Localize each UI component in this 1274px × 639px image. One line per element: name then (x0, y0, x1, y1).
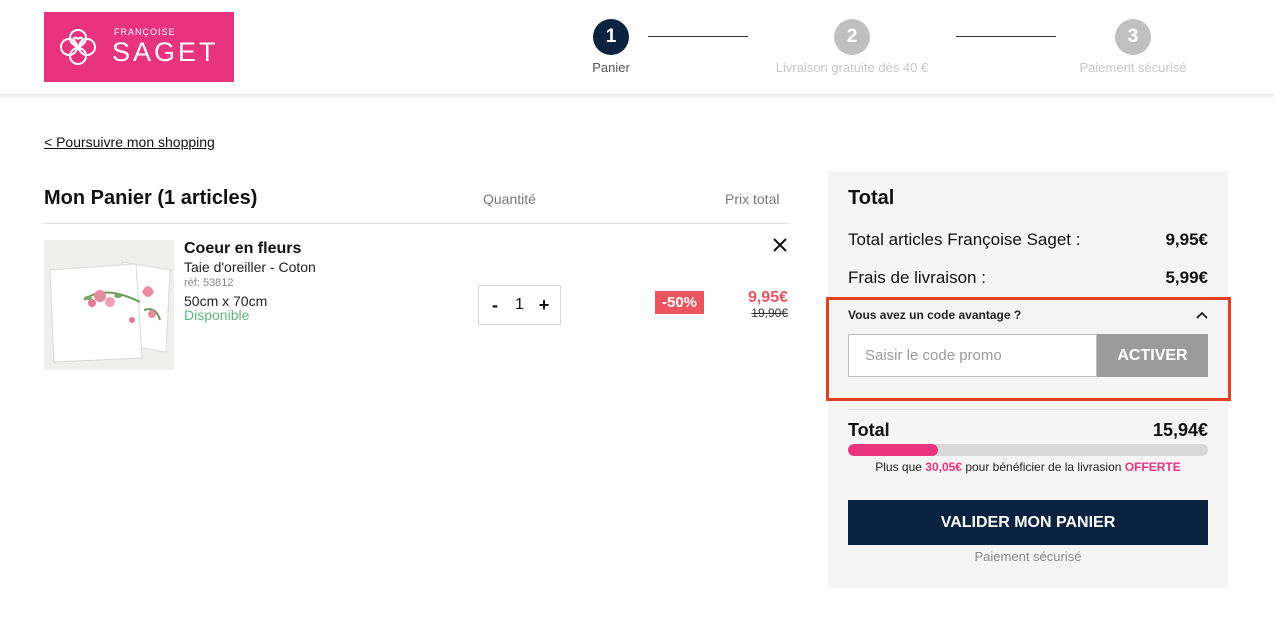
cart-title: Mon Panier (1 articles) (44, 187, 258, 209)
step-connector (648, 36, 748, 37)
divider (848, 409, 1208, 410)
step-3-label: Paiement sécurisé (1079, 60, 1187, 75)
shipping-row: Frais de livraison : 5,99€ (848, 268, 1208, 288)
grand-total-value: 15,94€ (1152, 420, 1208, 440)
site-header: FRANÇOISE SAGET 1 Panier 2 Livraison gra… (0, 0, 1274, 95)
divider (44, 223, 788, 224)
promo-code-input[interactable] (848, 334, 1097, 377)
price-discounted: 9,95€ (747, 289, 788, 306)
pillow-illustration (44, 240, 174, 370)
shipping-value: 5,99€ (1165, 268, 1208, 287)
step-2-label: Livraison gratuite dès 40 € (775, 60, 929, 75)
quantity-increase-button[interactable]: + (537, 295, 551, 316)
product-image[interactable] (44, 240, 174, 370)
summary-title: Total (848, 187, 895, 209)
activate-promo-button[interactable]: ACTIVER (1097, 334, 1208, 377)
quantity-value[interactable]: 1 (515, 296, 524, 314)
step-3-number: 3 (1115, 19, 1151, 55)
quantity-stepper: - 1 + (478, 285, 561, 325)
column-header-quantity: Quantité (483, 191, 536, 207)
grand-total-label: Total (848, 420, 890, 440)
items-total-value: 9,95€ (1165, 230, 1208, 249)
ship-prefix: Plus que (875, 460, 922, 474)
step-1-label: Panier (592, 60, 630, 75)
brand-logo[interactable]: FRANÇOISE SAGET (44, 12, 234, 82)
ship-middle: pour bénéficier de la livrasion (965, 460, 1122, 474)
step-2-number: 2 (834, 19, 870, 55)
secure-payment-note: Paiement sécurisé (974, 549, 1082, 564)
chevron-up-icon[interactable] (1195, 309, 1209, 321)
free-shipping-progress-bar (848, 444, 1208, 456)
stock-status: Disponible (184, 307, 250, 323)
product-name[interactable]: Coeur en fleurs (184, 240, 301, 258)
brand-last-name: SAGET (112, 37, 219, 67)
validate-cart-button[interactable]: VALIDER MON PANIER (848, 500, 1208, 545)
step-livraison: 2 Livraison gratuite dès 40 € (762, 19, 942, 75)
product-type: Taie d'oreiller - Coton (184, 259, 316, 275)
step-panier: 1 Panier (583, 19, 639, 75)
free-shipping-message: Plus que 30,05€ pour bénéficier de la li… (848, 460, 1208, 474)
price-original: 19,90€ (751, 306, 788, 320)
step-connector (956, 36, 1056, 37)
ship-remaining-amount: 30,05€ (925, 460, 962, 474)
ship-offer: OFFERTE (1124, 460, 1181, 474)
step-paiement: 3 Paiement sécurisé (1070, 19, 1196, 75)
product-reference: réf: 53812 (184, 277, 234, 289)
shipping-label: Frais de livraison : (848, 268, 986, 287)
items-total-row: Total articles Françoise Saget : 9,95€ (848, 230, 1208, 250)
heart-flower-icon (60, 29, 96, 65)
promo-question[interactable]: Vous avez un code avantage ? (848, 308, 1021, 322)
step-1-number: 1 (593, 19, 629, 55)
brand-first-name: FRANÇOISE (114, 27, 176, 37)
column-header-total-price: Prix total (725, 191, 780, 207)
quantity-decrease-button[interactable]: - (488, 295, 502, 316)
progress-fill (848, 444, 938, 456)
discount-badge: -50% (655, 291, 704, 314)
items-total-label: Total articles Françoise Saget : (848, 230, 1081, 249)
close-icon[interactable] (771, 236, 789, 254)
continue-shopping-link[interactable]: < Poursuivre mon shopping (44, 134, 215, 150)
